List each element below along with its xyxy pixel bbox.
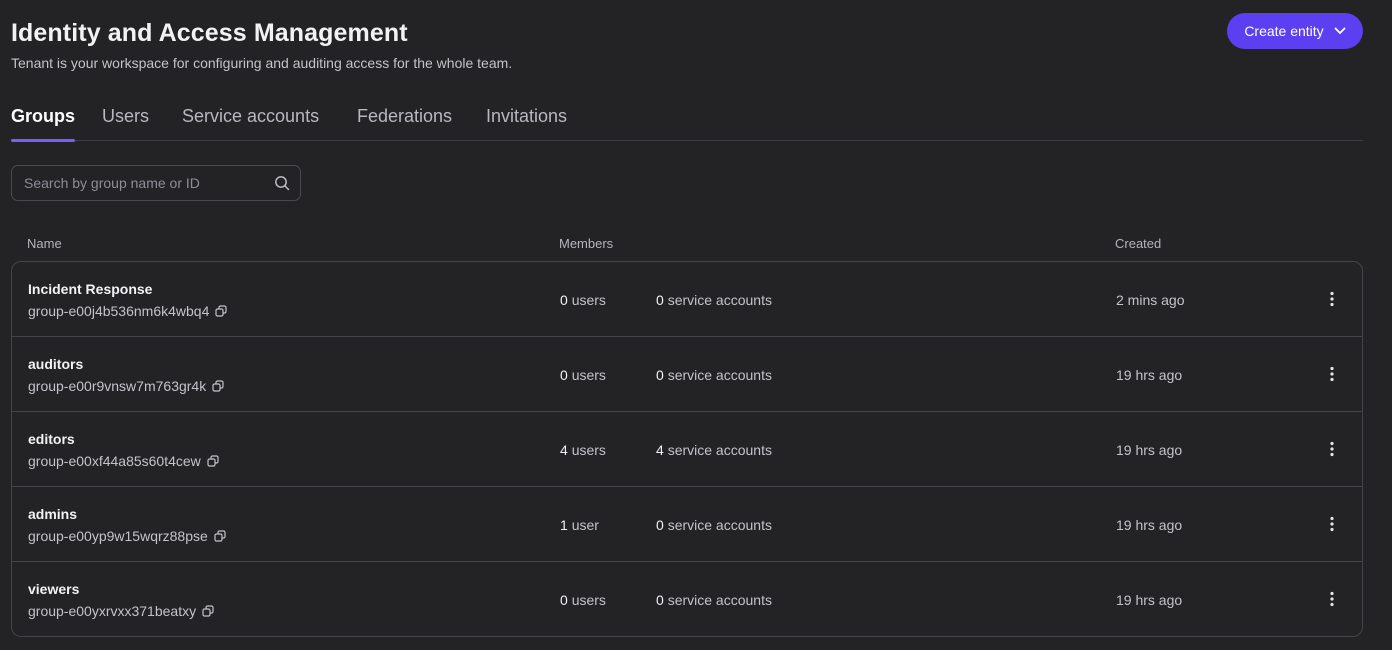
group-name[interactable]: editors bbox=[28, 431, 75, 447]
service-accounts-count: 0 service accounts bbox=[656, 592, 772, 608]
copy-icon[interactable] bbox=[202, 605, 214, 617]
created-time: 19 hrs ago bbox=[1116, 442, 1183, 458]
service-accounts-count-value: 4 bbox=[656, 442, 664, 458]
iam-page: Identity and Access Management Tenant is… bbox=[0, 0, 1392, 650]
tab-users[interactable]: Users bbox=[102, 106, 149, 141]
tab-service-accounts[interactable]: Service accounts bbox=[182, 106, 319, 141]
created-time: 19 hrs ago bbox=[1116, 592, 1183, 608]
users-count-value: 4 bbox=[560, 442, 568, 458]
service-accounts-count: 0 service accounts bbox=[656, 292, 772, 308]
copy-icon[interactable] bbox=[212, 380, 224, 392]
users-count-label: users bbox=[571, 592, 606, 608]
group-name[interactable]: viewers bbox=[28, 581, 79, 597]
column-header-created: Created bbox=[1115, 236, 1162, 251]
chevron-down-icon bbox=[1334, 27, 1346, 35]
tab-bar: Groups Users Service accounts Federation… bbox=[11, 106, 1363, 142]
users-count-label: users bbox=[571, 367, 606, 383]
service-accounts-count-label: service accounts bbox=[667, 517, 772, 533]
group-id: group-e00j4b536nm6k4wbq4 bbox=[28, 303, 227, 319]
service-accounts-count-label: service accounts bbox=[667, 592, 772, 608]
more-vertical-icon[interactable] bbox=[1322, 363, 1342, 385]
table-row[interactable]: viewers group-e00yxrvxx371beatxy 0 users… bbox=[12, 562, 1362, 636]
service-accounts-count-value: 0 bbox=[656, 292, 664, 308]
users-count: 0 users bbox=[560, 292, 606, 308]
copy-icon[interactable] bbox=[214, 530, 226, 542]
create-entity-label: Create entity bbox=[1244, 23, 1324, 39]
column-header-members: Members bbox=[559, 236, 614, 251]
tab-groups[interactable]: Groups bbox=[11, 106, 76, 142]
table-row[interactable]: admins group-e00yp9w15wqrz88pse 1 user 0… bbox=[12, 487, 1362, 562]
group-id-text: group-e00r9vnsw7m763gr4k bbox=[28, 378, 207, 394]
service-accounts-count-label: service accounts bbox=[667, 367, 772, 383]
group-id-text: group-e00j4b536nm6k4wbq4 bbox=[28, 303, 210, 319]
group-id-text: group-e00xf44a85s60t4cew bbox=[28, 453, 201, 469]
created-time: 19 hrs ago bbox=[1116, 367, 1183, 383]
users-count: 1 user bbox=[560, 517, 599, 533]
more-vertical-icon[interactable] bbox=[1322, 513, 1342, 535]
service-accounts-count-value: 0 bbox=[656, 592, 664, 608]
create-entity-button[interactable]: Create entity bbox=[1227, 13, 1363, 49]
users-count-label: users bbox=[571, 292, 606, 308]
users-count: 0 users bbox=[560, 367, 606, 383]
table-row[interactable]: Incident Response group-e00j4b536nm6k4wb… bbox=[12, 262, 1362, 337]
search-box bbox=[11, 165, 301, 201]
group-id: group-e00yxrvxx371beatxy bbox=[28, 603, 214, 619]
created-time: 19 hrs ago bbox=[1116, 517, 1183, 533]
users-count-label: users bbox=[571, 442, 606, 458]
more-vertical-icon[interactable] bbox=[1322, 588, 1342, 610]
groups-table: Incident Response group-e00j4b536nm6k4wb… bbox=[11, 261, 1363, 637]
table-row[interactable]: editors group-e00xf44a85s60t4cew 4 users… bbox=[12, 412, 1362, 487]
service-accounts-count: 0 service accounts bbox=[656, 367, 772, 383]
group-name[interactable]: Incident Response bbox=[28, 281, 152, 297]
service-accounts-count-value: 0 bbox=[656, 367, 664, 383]
service-accounts-count-label: service accounts bbox=[667, 292, 772, 308]
more-vertical-icon[interactable] bbox=[1322, 288, 1342, 310]
table-row[interactable]: auditors group-e00r9vnsw7m763gr4k 0 user… bbox=[12, 337, 1362, 412]
users-count-value: 0 bbox=[560, 292, 568, 308]
service-accounts-count: 0 service accounts bbox=[656, 517, 772, 533]
group-id: group-e00r9vnsw7m763gr4k bbox=[28, 378, 224, 394]
group-name[interactable]: auditors bbox=[28, 356, 83, 372]
page-subtitle: Tenant is your workspace for configuring… bbox=[11, 55, 513, 71]
users-count: 4 users bbox=[560, 442, 606, 458]
search-icon[interactable] bbox=[274, 175, 290, 196]
group-id-text: group-e00yp9w15wqrz88pse bbox=[28, 528, 208, 544]
service-accounts-count-value: 0 bbox=[656, 517, 664, 533]
tab-invitations[interactable]: Invitations bbox=[486, 106, 567, 141]
group-id-text: group-e00yxrvxx371beatxy bbox=[28, 603, 197, 619]
service-accounts-count: 4 service accounts bbox=[656, 442, 772, 458]
group-id: group-e00yp9w15wqrz88pse bbox=[28, 528, 226, 544]
group-name[interactable]: admins bbox=[28, 506, 77, 522]
page-title: Identity and Access Management bbox=[11, 19, 408, 47]
users-count-value: 0 bbox=[560, 367, 568, 383]
search-input[interactable] bbox=[12, 166, 300, 200]
column-header-name: Name bbox=[27, 236, 62, 251]
service-accounts-count-label: service accounts bbox=[667, 442, 772, 458]
users-count: 0 users bbox=[560, 592, 606, 608]
users-count-label: user bbox=[571, 517, 599, 533]
group-id: group-e00xf44a85s60t4cew bbox=[28, 453, 219, 469]
copy-icon[interactable] bbox=[215, 305, 227, 317]
users-count-value: 1 bbox=[560, 517, 568, 533]
copy-icon[interactable] bbox=[207, 455, 219, 467]
users-count-value: 0 bbox=[560, 592, 568, 608]
more-vertical-icon[interactable] bbox=[1322, 438, 1342, 460]
created-time: 2 mins ago bbox=[1116, 292, 1185, 308]
tab-federations[interactable]: Federations bbox=[357, 106, 452, 141]
